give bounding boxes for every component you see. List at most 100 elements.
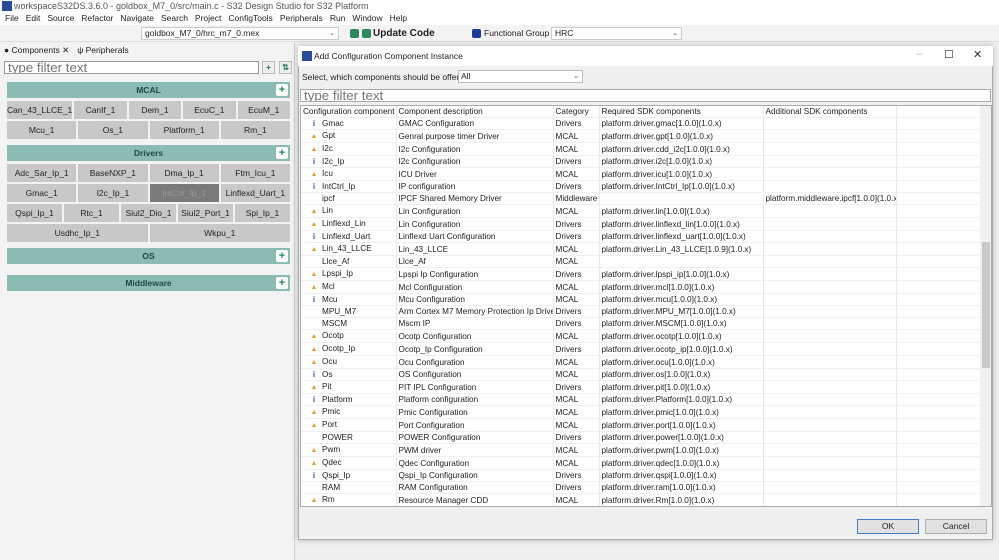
table-row[interactable]: ▲ I2c I2c Configuration MCAL platform.driver… xyxy=(301,142,982,157)
table-row[interactable]: i IntCtrl_Ip IP configuration Drivers platfo… xyxy=(301,180,982,194)
tab-peripherals[interactable]: ψ Peripherals xyxy=(77,43,128,57)
menu-help[interactable]: Help xyxy=(390,12,407,25)
cell-category: Drivers xyxy=(553,481,600,495)
component-button[interactable]: Qspi_Ip_1 xyxy=(7,204,62,222)
table-row[interactable]: ▲ Linflexd_Lin Lin Configuration Drivers pla… xyxy=(301,217,982,232)
group-header-drivers[interactable]: Drivers + xyxy=(7,145,290,161)
cell-description: Mscm IP xyxy=(396,317,554,331)
table-row[interactable]: ▲ Qdec Qdec Configuration MCAL platform.driv… xyxy=(301,456,982,471)
table-row[interactable]: ▲ Ocu Ocu Configuration MCAL platform.driver… xyxy=(301,355,982,370)
col-config-component[interactable]: Configuration component xyxy=(301,106,397,119)
table-row[interactable]: i I2c_Ip I2c Configuration Drivers platform.… xyxy=(301,155,982,169)
table-row[interactable]: ▲ Lin_43_LLCE Lin_43_LLCE MCAL platform.driv… xyxy=(301,242,982,257)
component-button[interactable]: CanIf_1 xyxy=(74,101,127,119)
component-button[interactable]: IntCtrl_Ip_1 xyxy=(149,184,219,202)
component-button[interactable]: EcuC_1 xyxy=(183,101,236,119)
ok-button[interactable]: OK xyxy=(857,519,919,534)
col-additional-sdk[interactable]: Additional SDK components xyxy=(763,106,897,119)
component-button[interactable]: Can_43_LLCE_1 xyxy=(7,101,73,119)
table-row[interactable]: ipcf IPCF Shared Memory Driver Middleware p… xyxy=(301,192,982,206)
add-icon[interactable]: + xyxy=(276,250,288,262)
maximize-button[interactable]: ☐ xyxy=(944,48,954,61)
table-row[interactable]: ▲ Ocotp_Ip Ocotp_Ip Configuration Drivers pl… xyxy=(301,342,982,357)
menu-file[interactable]: File xyxy=(5,12,19,25)
sort-button[interactable]: ⇅ xyxy=(279,61,292,74)
component-button[interactable]: Ftm_Icu_1 xyxy=(220,164,290,182)
table-row[interactable]: ▲ Ocotp Ocotp Configuration MCAL platform.dr… xyxy=(301,329,982,344)
component-button[interactable]: Rm_1 xyxy=(220,121,290,139)
table-row[interactable]: ▲ Lpspi_Ip Lpspi Ip Configuration Drivers pl… xyxy=(301,267,982,282)
menu-edit[interactable]: Edit xyxy=(26,12,41,25)
menu-search[interactable]: Search xyxy=(161,12,188,25)
menu-run[interactable]: Run xyxy=(330,12,346,25)
warning-icon[interactable] xyxy=(362,29,371,38)
col-description[interactable]: Component description xyxy=(396,106,554,119)
mex-file-select[interactable]: goldbox_M7_0/hrc_m7_0.mex ⌄ xyxy=(141,27,339,40)
minimize-button[interactable]: – xyxy=(916,48,922,60)
component-button[interactable]: Siul2_Port_1 xyxy=(178,204,233,222)
menu-window[interactable]: Window xyxy=(352,12,382,25)
component-button[interactable]: Dma_Ip_1 xyxy=(149,164,219,182)
component-button[interactable]: Mcu_1 xyxy=(7,121,77,139)
table-row[interactable]: i Platform Platform configuration MCAL platf… xyxy=(301,393,982,407)
home-icon[interactable] xyxy=(350,29,359,38)
add-icon[interactable]: + xyxy=(276,84,288,96)
table-row[interactable]: i Mcu Mcu Configuration MCAL platform.driver… xyxy=(301,293,982,307)
tab-components[interactable]: ● Components ✕ xyxy=(4,43,69,57)
col-required-sdk[interactable]: Required SDK components xyxy=(599,106,764,119)
menu-navigate[interactable]: Navigate xyxy=(120,12,154,25)
col-category[interactable]: Category xyxy=(553,106,600,119)
close-button[interactable]: ✕ xyxy=(973,48,982,61)
table-row[interactable]: ▲ Lin Lin Configuration MCAL platform.driver… xyxy=(301,204,982,219)
add-icon[interactable]: + xyxy=(276,147,288,159)
cancel-button[interactable]: Cancel xyxy=(925,519,987,534)
group-header-mcal[interactable]: MCAL + xyxy=(7,82,290,98)
table-row[interactable]: MPU_M7 Arm Cortex M7 Memory Protection Ip… xyxy=(301,305,982,319)
menu-project[interactable]: Project xyxy=(195,12,221,25)
group-header-os[interactable]: OS + xyxy=(7,248,290,264)
menu-configtools[interactable]: ConfigTools xyxy=(228,12,272,25)
component-button[interactable]: EcuM_1 xyxy=(237,101,290,119)
menu-refactor[interactable]: Refactor xyxy=(81,12,113,25)
component-button[interactable]: BaseNXP_1 xyxy=(78,164,148,182)
table-row[interactable]: i Gmac GMAC Configuration Drivers platform.d… xyxy=(301,117,982,131)
component-button[interactable]: Wkpu_1 xyxy=(149,224,290,242)
update-code-button[interactable]: Update Code xyxy=(373,27,435,40)
component-button[interactable]: Spi_Ip_1 xyxy=(235,204,290,222)
component-button[interactable]: Siul2_Dio_1 xyxy=(121,204,176,222)
offered-select[interactable]: All ⌄ xyxy=(458,70,583,83)
table-row[interactable]: POWER POWER Configuration Drivers platform.… xyxy=(301,431,982,445)
table-row[interactable]: ▲ Icu ICU Driver MCAL platform.driver.icu[1.… xyxy=(301,167,982,182)
component-button[interactable]: Adc_Sar_Ip_1 xyxy=(7,164,77,182)
table-row[interactable]: i Qspi_Ip Qspi_Ip Configuration Drivers plat… xyxy=(301,469,982,483)
table-row[interactable]: ▲ Gpt Genral purpose timer Driver MCAL platf… xyxy=(301,129,982,144)
table-row[interactable]: ▲ Pit PIT IPL Configuration Drivers platform… xyxy=(301,380,982,395)
table-row[interactable]: ▲ Rm Resource Manager CDD MCAL platform.driv… xyxy=(301,493,982,506)
group-header-middleware[interactable]: Middleware + xyxy=(7,275,290,291)
component-button[interactable]: Linflexd_Uart_1 xyxy=(220,184,290,202)
table-row[interactable]: Llce_Af Llce_Af MCAL xyxy=(301,255,982,269)
components-filter-input[interactable] xyxy=(4,61,259,74)
table-row[interactable]: i Os OS Configuration MCAL platform.driver.o… xyxy=(301,368,982,382)
component-button[interactable]: Usdhc_Ip_1 xyxy=(7,224,148,242)
component-button[interactable]: Dem_1 xyxy=(128,101,182,119)
component-button[interactable]: Gmac_1 xyxy=(7,184,77,202)
table-row[interactable]: MSCM Mscm IP Drivers platform.driver.MSCM[1… xyxy=(301,317,982,331)
menu-source[interactable]: Source xyxy=(47,12,74,25)
table-row[interactable]: ▲ Pwm PWM driver MCAL platform.driver.pwm[1.… xyxy=(301,443,982,458)
component-button[interactable]: Rtc_1 xyxy=(64,204,119,222)
table-row[interactable]: ▲ Port Port Configuration MCAL platform.driv… xyxy=(301,418,982,433)
component-button[interactable]: Platform_1 xyxy=(149,121,219,139)
scrollbar-thumb[interactable] xyxy=(982,242,990,368)
add-component-button[interactable]: + xyxy=(262,61,275,74)
table-row[interactable]: RAM RAM Configuration Drivers platform.driv… xyxy=(301,481,982,495)
component-button[interactable]: Os_1 xyxy=(78,121,148,139)
menu-peripherals[interactable]: Peripherals xyxy=(280,12,323,25)
table-row[interactable]: i Linflexd_Uart Linflexd Uart Configuratio… xyxy=(301,230,982,244)
dialog-filter-input[interactable] xyxy=(300,89,991,102)
component-button[interactable]: I2c_Ip_1 xyxy=(78,184,148,202)
functional-group-select[interactable]: HRC ⌄ xyxy=(551,27,682,40)
add-icon[interactable]: + xyxy=(276,277,288,289)
table-row[interactable]: ▲ Pmic Pmic Configuration MCAL platform.driv… xyxy=(301,405,982,420)
table-row[interactable]: ▲ Mcl Mcl Configuration MCAL platform.driver… xyxy=(301,280,982,295)
